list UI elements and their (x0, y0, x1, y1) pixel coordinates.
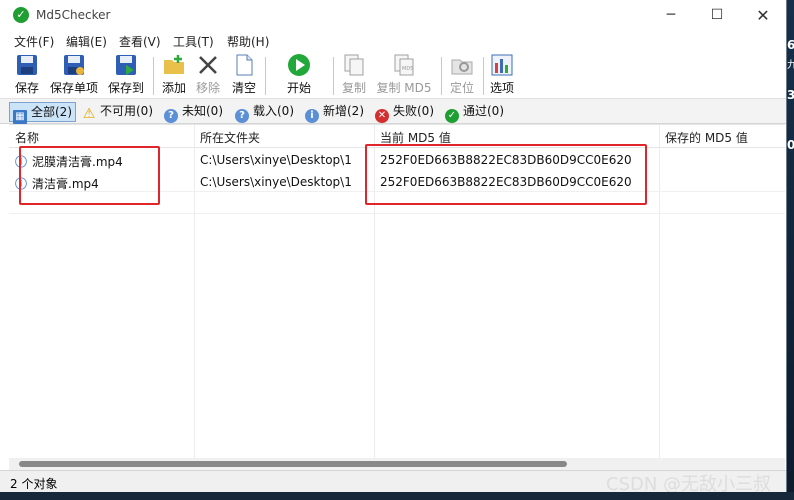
start-label: 开始 (286, 81, 311, 95)
filter-failed-label: 失败(0) (393, 104, 434, 118)
remove-button[interactable]: 移除 (194, 53, 222, 96)
horizontal-scrollbar[interactable] (9, 458, 785, 470)
menu-view[interactable]: 查看(V) (119, 33, 161, 50)
save-to-label: 保存到 (107, 81, 144, 95)
column-header-name[interactable]: 名称 (15, 129, 39, 146)
clear-label: 清空 (231, 81, 256, 95)
title-bar[interactable]: ✓ Md5Checker ─ ☐ ✕ (0, 0, 786, 31)
filter-unavailable-label: 不可用(0) (100, 104, 153, 118)
options-button[interactable]: 选项 (488, 53, 516, 96)
copy-pages-icon (344, 54, 364, 76)
toolbar-separator (153, 57, 154, 95)
start-button[interactable]: 开始 (285, 53, 313, 96)
filter-passed-tab[interactable]: ✓ 通过(0) (445, 102, 504, 123)
filter-unknown-label: 未知(0) (182, 104, 223, 118)
annotation-box-names (19, 146, 160, 205)
copy-md5-label: 复制 MD5 (376, 81, 432, 95)
scrollbar-thumb[interactable] (19, 461, 567, 467)
copy-label: 复制 (341, 81, 366, 95)
toolbar: 保存 保存单项 保存到 添加 移除 清空 开始 复制 MD5 复制 MD5 定位… (0, 51, 786, 99)
filter-added-label: 新增(2) (323, 104, 364, 118)
copy-md5-icon: MD5 (394, 54, 414, 76)
floppy-disk-single-icon (64, 55, 84, 75)
toolbar-separator (483, 57, 484, 95)
warning-icon: ⚠ (82, 106, 96, 122)
toolbar-separator (333, 57, 334, 95)
filter-all-tab[interactable]: ▦ 全部(2) (9, 102, 76, 124)
annotation-box-md5 (365, 144, 647, 205)
app-check-icon: ✓ (13, 7, 29, 23)
blank-page-icon (236, 54, 253, 76)
filter-passed-label: 通过(0) (463, 104, 504, 118)
column-header-saved-md5[interactable]: 保存的 MD5 值 (665, 129, 748, 146)
info-icon: i (305, 109, 319, 123)
options-label: 选项 (489, 81, 514, 95)
locate-button[interactable]: 定位 (448, 53, 476, 96)
left-gutter (0, 124, 9, 470)
toolbar-separator (265, 57, 266, 95)
minimize-button[interactable]: ─ (648, 0, 694, 31)
file-folder: C:\Users\xinye\Desktop\1 (200, 175, 352, 189)
folder-add-icon (164, 55, 184, 74)
locate-label: 定位 (449, 81, 474, 95)
menu-bar: 文件(F) 编辑(E) 查看(V) 工具(T) 帮助(H) (0, 31, 786, 51)
file-folder: C:\Users\xinye\Desktop\1 (200, 153, 352, 167)
row-divider (9, 213, 785, 214)
error-x-icon: ✕ (375, 109, 389, 123)
save-button[interactable]: 保存 (13, 53, 41, 96)
column-header-folder[interactable]: 所在文件夹 (200, 129, 260, 146)
filter-loaded-tab[interactable]: ? 载入(0) (235, 102, 294, 123)
filter-unavailable-tab[interactable]: ⚠ 不可用(0) (82, 102, 153, 122)
clear-button[interactable]: 清空 (230, 53, 258, 96)
desktop-edge-text: 九 (787, 60, 794, 71)
desktop-edge-text: 0 (787, 138, 794, 152)
question-icon: ? (235, 109, 249, 123)
menu-tools[interactable]: 工具(T) (173, 33, 214, 50)
maximize-button[interactable]: ☐ (694, 0, 740, 31)
filter-all-label: 全部(2) (31, 105, 72, 119)
copy-button[interactable]: 复制 (340, 53, 368, 96)
save-single-button[interactable]: 保存单项 (48, 53, 100, 96)
add-button[interactable]: 添加 (160, 53, 188, 96)
desktop-edge-text: 6 (787, 38, 794, 52)
menu-help[interactable]: 帮助(H) (227, 33, 269, 50)
options-chart-icon (491, 54, 513, 76)
filter-loaded-label: 载入(0) (253, 104, 294, 118)
locate-folder-icon (451, 59, 473, 75)
desktop-edge-text: 3 (787, 88, 794, 102)
taskbar-edge (0, 492, 794, 500)
play-icon (288, 54, 310, 76)
toolbar-separator (441, 57, 442, 95)
question-icon: ? (164, 109, 178, 123)
window-title: Md5Checker (36, 8, 111, 22)
list-grid-icon: ▦ (13, 110, 27, 124)
floppy-disk-icon (17, 55, 37, 75)
desktop-background (786, 0, 794, 500)
svg-text:MD5: MD5 (402, 66, 413, 72)
remove-label: 移除 (195, 81, 220, 95)
copy-md5-button[interactable]: MD5 复制 MD5 (374, 53, 434, 96)
filter-failed-tab[interactable]: ✕ 失败(0) (375, 102, 434, 123)
save-label: 保存 (14, 81, 39, 95)
save-to-icon (116, 55, 136, 75)
filter-unknown-tab[interactable]: ? 未知(0) (164, 102, 223, 123)
filter-added-tab[interactable]: i 新增(2) (305, 102, 364, 123)
add-label: 添加 (161, 81, 186, 95)
remove-x-icon (199, 56, 217, 74)
close-button[interactable]: ✕ (740, 0, 786, 31)
menu-file[interactable]: 文件(F) (14, 33, 54, 50)
filter-bar: ▦ 全部(2) ⚠ 不可用(0) ? 未知(0) ? 载入(0) i 新增(2) ✕ 失败(… (0, 99, 786, 124)
save-to-button[interactable]: 保存到 (106, 53, 146, 96)
check-icon: ✓ (445, 109, 459, 123)
save-single-label: 保存单项 (49, 81, 98, 95)
status-text: 2 个对象 (10, 477, 58, 491)
menu-edit[interactable]: 编辑(E) (66, 33, 107, 50)
